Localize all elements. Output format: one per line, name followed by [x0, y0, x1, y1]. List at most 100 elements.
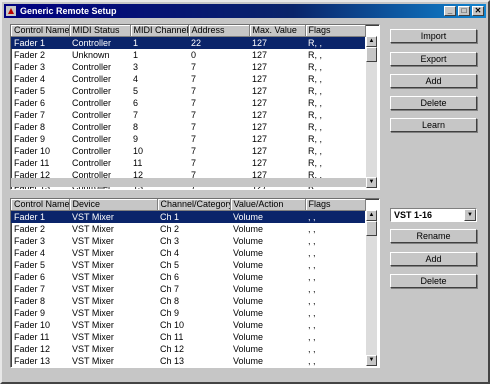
- table-cell[interactable]: 4: [130, 73, 188, 85]
- table-cell[interactable]: R, ,: [305, 73, 365, 85]
- maximize-button[interactable]: □: [458, 6, 470, 16]
- table-cell[interactable]: Fader 4: [11, 73, 69, 85]
- table-cell[interactable]: 22: [188, 36, 249, 49]
- table-cell[interactable]: 7: [130, 109, 188, 121]
- column-header[interactable]: Max. Value: [249, 25, 306, 37]
- table-cell[interactable]: 127: [249, 97, 305, 109]
- table-cell[interactable]: Ch 7: [157, 283, 230, 295]
- table-row[interactable]: Fader 7 Controller 7 7 127 R, ,: [11, 109, 365, 121]
- column-header[interactable]: Address: [188, 25, 250, 37]
- table-row[interactable]: Fader 9 Controller 9 7 127 R, ,: [11, 133, 365, 145]
- table-row[interactable]: Fader 2 VST Mixer Ch 2 Volume, ,: [11, 223, 365, 235]
- table-cell[interactable]: Fader 12: [11, 343, 69, 355]
- scroll-down-arrow-icon[interactable]: ▼: [366, 177, 377, 188]
- table-cell[interactable]: 127: [249, 49, 305, 61]
- table-cell[interactable]: 127: [249, 61, 305, 73]
- table-row[interactable]: Fader 11 Controller 11 7 127 R, ,: [11, 157, 365, 169]
- table-row[interactable]: Fader 2 Unknown 1 0 127 R, ,: [11, 49, 365, 61]
- table-cell[interactable]: Ch 13: [157, 355, 230, 367]
- table-cell[interactable]: Fader 8: [11, 121, 69, 133]
- column-header[interactable]: Flags: [305, 199, 366, 211]
- table-cell[interactable]: , ,: [305, 223, 365, 235]
- table-cell[interactable]: VST Mixer: [69, 283, 157, 295]
- table-cell[interactable]: 7: [188, 133, 249, 145]
- table-cell[interactable]: VST Mixer: [69, 271, 157, 283]
- table-cell[interactable]: Volume: [230, 223, 305, 235]
- table-cell[interactable]: Fader 10: [11, 319, 69, 331]
- title-bar[interactable]: Generic Remote Setup _ □ ✕: [4, 4, 486, 18]
- table-cell[interactable]: 7: [188, 109, 249, 121]
- table-cell[interactable]: VST Mixer: [69, 307, 157, 319]
- table-cell[interactable]: Ch 12: [157, 343, 230, 355]
- table-cell[interactable]: Ch 9: [157, 307, 230, 319]
- table-cell[interactable]: , ,: [305, 343, 365, 355]
- table-cell[interactable]: Ch 11: [157, 331, 230, 343]
- table-cell[interactable]: 127: [249, 121, 305, 133]
- table-cell[interactable]: Ch 6: [157, 271, 230, 283]
- table-cell[interactable]: Volume: [230, 271, 305, 283]
- table-cell[interactable]: Ch 5: [157, 259, 230, 271]
- table-cell[interactable]: Controller: [69, 157, 130, 169]
- table-cell[interactable]: Controller: [69, 121, 130, 133]
- table-cell[interactable]: R, ,: [305, 121, 365, 133]
- table-cell[interactable]: Fader 6: [11, 271, 69, 283]
- table-cell[interactable]: 0: [188, 49, 249, 61]
- table-cell[interactable]: Unknown: [69, 49, 130, 61]
- table-cell[interactable]: VST Mixer: [69, 343, 157, 355]
- table-cell[interactable]: , ,: [305, 307, 365, 319]
- table-cell[interactable]: R, ,: [305, 49, 365, 61]
- table-cell[interactable]: VST Mixer: [69, 319, 157, 331]
- upper-scroll-thumb[interactable]: [366, 47, 377, 62]
- table-cell[interactable]: R, ,: [305, 61, 365, 73]
- table-cell[interactable]: Fader 2: [11, 223, 69, 235]
- table-row[interactable]: Fader 3 VST Mixer Ch 3 Volume, ,: [11, 235, 365, 247]
- table-row[interactable]: Fader 3 Controller 3 7 127 R, ,: [11, 61, 365, 73]
- column-header[interactable]: Device: [69, 199, 158, 211]
- table-cell[interactable]: Controller: [69, 85, 130, 97]
- column-header[interactable]: Value/Action: [230, 199, 306, 211]
- table-cell[interactable]: Ch 1: [157, 210, 230, 223]
- table-cell[interactable]: 9: [130, 133, 188, 145]
- table-cell[interactable]: 7: [188, 157, 249, 169]
- table-cell[interactable]: 8: [130, 121, 188, 133]
- table-row[interactable]: Fader 12 VST Mixer Ch 12 Volume, ,: [11, 343, 365, 355]
- table-cell[interactable]: 1: [130, 49, 188, 61]
- table-cell[interactable]: , ,: [305, 210, 365, 223]
- upper-vertical-scrollbar[interactable]: ▲ ▼: [366, 36, 377, 188]
- table-row[interactable]: Fader 9 VST Mixer Ch 9 Volume, ,: [11, 307, 365, 319]
- table-cell[interactable]: 127: [249, 36, 305, 49]
- table-cell[interactable]: 127: [249, 157, 305, 169]
- table-row[interactable]: Fader 4 Controller 4 7 127 R, ,: [11, 73, 365, 85]
- table-cell[interactable]: Fader 9: [11, 307, 69, 319]
- table-cell[interactable]: , ,: [305, 331, 365, 343]
- lower-scroll-thumb[interactable]: [366, 221, 377, 236]
- table-cell[interactable]: 127: [249, 85, 305, 97]
- table-cell[interactable]: Controller: [69, 109, 130, 121]
- table-cell[interactable]: 127: [249, 109, 305, 121]
- table-cell[interactable]: Fader 5: [11, 259, 69, 271]
- column-header[interactable]: Flags: [305, 25, 366, 37]
- table-cell[interactable]: Controller: [69, 36, 130, 49]
- table-cell[interactable]: Ch 2: [157, 223, 230, 235]
- table-cell[interactable]: R, ,: [305, 85, 365, 97]
- table-cell[interactable]: Volume: [230, 235, 305, 247]
- table-cell[interactable]: Fader 8: [11, 295, 69, 307]
- table-cell[interactable]: , ,: [305, 283, 365, 295]
- table-cell[interactable]: Volume: [230, 259, 305, 271]
- table-cell[interactable]: Volume: [230, 355, 305, 367]
- table-cell[interactable]: , ,: [305, 247, 365, 259]
- table-cell[interactable]: Fader 13: [11, 355, 69, 367]
- table-cell[interactable]: Controller: [69, 97, 130, 109]
- table-cell[interactable]: 127: [249, 145, 305, 157]
- table-cell[interactable]: Volume: [230, 343, 305, 355]
- table-cell[interactable]: Volume: [230, 210, 305, 223]
- lower-vertical-scrollbar[interactable]: ▲ ▼: [366, 210, 377, 366]
- table-cell[interactable]: Fader 2: [11, 49, 69, 61]
- table-cell[interactable]: VST Mixer: [69, 247, 157, 259]
- table-cell[interactable]: Ch 4: [157, 247, 230, 259]
- table-cell[interactable]: Fader 6: [11, 97, 69, 109]
- table-cell[interactable]: R, ,: [305, 36, 365, 49]
- table-cell[interactable]: Fader 9: [11, 133, 69, 145]
- table-cell[interactable]: Volume: [230, 295, 305, 307]
- rename-button[interactable]: Rename: [390, 229, 477, 243]
